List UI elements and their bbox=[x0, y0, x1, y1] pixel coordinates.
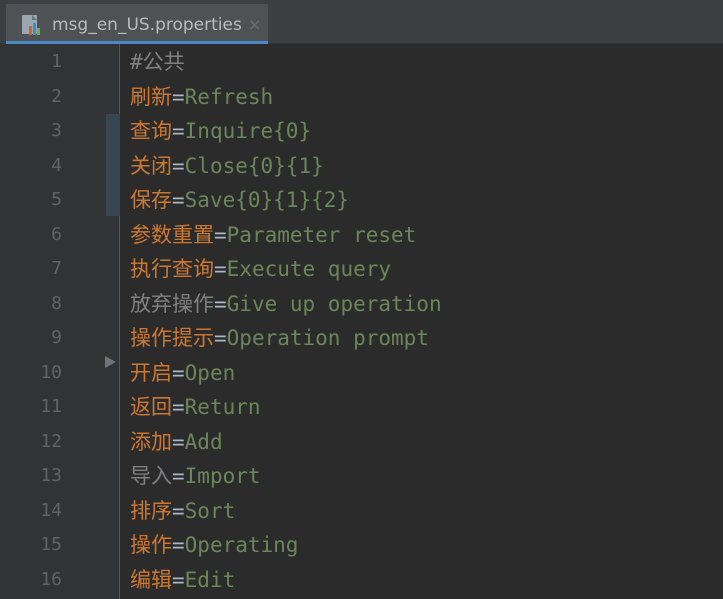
line-number: 3 bbox=[51, 120, 62, 141]
equals-sign: = bbox=[172, 154, 185, 178]
property-key: 查询 bbox=[130, 119, 172, 143]
property-key: 刷新 bbox=[130, 85, 172, 109]
property-key: 编辑 bbox=[130, 568, 172, 592]
code-line[interactable]: 查询=Inquire{0} bbox=[130, 114, 311, 148]
property-key: 保存 bbox=[130, 188, 172, 212]
properties-file-icon bbox=[22, 15, 40, 35]
property-key: 放弃操作 bbox=[130, 292, 214, 316]
editor-tab-bar: msg_en_US.properties × bbox=[0, 0, 723, 44]
property-value: Sort bbox=[184, 499, 236, 523]
equals-sign: = bbox=[172, 533, 185, 557]
code-line[interactable]: 执行查询=Execute query bbox=[130, 252, 391, 286]
code-line[interactable]: 添加=Add bbox=[130, 425, 223, 459]
property-key: 关闭 bbox=[130, 154, 172, 178]
line-number: 12 bbox=[40, 431, 62, 452]
code-line[interactable]: 刷新=Refresh bbox=[130, 80, 273, 114]
property-key: 操作 bbox=[130, 533, 172, 557]
property-key: 开启 bbox=[130, 361, 172, 385]
code-line[interactable]: 操作提示=Operation prompt bbox=[130, 321, 429, 355]
equals-sign: = bbox=[172, 499, 185, 523]
equals-sign: = bbox=[172, 568, 185, 592]
line-number: 15 bbox=[40, 534, 62, 555]
line-number: 5 bbox=[51, 189, 62, 210]
property-key: 导入 bbox=[130, 464, 172, 488]
equals-sign: = bbox=[172, 361, 185, 385]
code-line[interactable]: 保存=Save{0}{1}{2} bbox=[130, 183, 349, 217]
property-key: 添加 bbox=[130, 430, 172, 454]
property-value: Import bbox=[184, 464, 261, 488]
property-value: Add bbox=[184, 430, 223, 454]
property-value: Close{0}{1} bbox=[184, 154, 324, 178]
code-line[interactable]: 编辑=Edit bbox=[130, 563, 235, 597]
property-key: 执行查询 bbox=[130, 257, 214, 281]
line-number: 1 bbox=[51, 51, 62, 72]
vcs-change-marker[interactable] bbox=[106, 114, 120, 216]
property-value: Operation prompt bbox=[226, 326, 429, 350]
file-tab[interactable]: msg_en_US.properties × bbox=[6, 4, 268, 44]
property-key: 返回 bbox=[130, 395, 172, 419]
code-line[interactable]: 返回=Return bbox=[130, 390, 261, 424]
property-value: Parameter reset bbox=[226, 223, 417, 247]
line-number: 16 bbox=[40, 569, 62, 590]
property-value: Open bbox=[184, 361, 236, 385]
code-line[interactable]: #公共 bbox=[130, 45, 185, 79]
property-key: 参数重置 bbox=[130, 223, 214, 247]
equals-sign: = bbox=[172, 430, 185, 454]
equals-sign: = bbox=[214, 326, 227, 350]
property-value: Save{0}{1}{2} bbox=[184, 188, 350, 212]
line-number: 13 bbox=[40, 465, 62, 486]
line-number: 2 bbox=[51, 86, 62, 107]
property-value: Inquire{0} bbox=[184, 119, 312, 143]
property-value: Operating bbox=[184, 533, 299, 557]
line-number: 7 bbox=[51, 258, 62, 279]
code-line[interactable]: 参数重置=Parameter reset bbox=[130, 218, 416, 252]
equals-sign: = bbox=[172, 188, 185, 212]
equals-sign: = bbox=[172, 119, 185, 143]
property-value: Execute query bbox=[226, 257, 392, 281]
code-line[interactable]: 操作=Operating bbox=[130, 528, 298, 562]
property-value: Refresh bbox=[184, 85, 274, 109]
line-number: 6 bbox=[51, 224, 62, 245]
equals-sign: = bbox=[214, 292, 227, 316]
code-line[interactable]: 放弃操作=Give up operation bbox=[130, 287, 442, 321]
equals-sign: = bbox=[214, 257, 227, 281]
code-line[interactable]: 关闭=Close{0}{1} bbox=[130, 149, 324, 183]
file-tab-label: msg_en_US.properties bbox=[52, 15, 242, 35]
equals-sign: = bbox=[172, 395, 185, 419]
equals-sign: = bbox=[214, 223, 227, 247]
code-line[interactable]: 开启=Open bbox=[130, 356, 235, 390]
equals-sign: = bbox=[172, 464, 185, 488]
line-number: 4 bbox=[51, 155, 62, 176]
line-number: 10 bbox=[40, 362, 62, 383]
line-number: 9 bbox=[51, 327, 62, 348]
line-number: 8 bbox=[51, 293, 62, 314]
fold-arrow-icon[interactable] bbox=[105, 356, 116, 368]
line-number: 14 bbox=[40, 500, 62, 521]
code-line[interactable]: 排序=Sort bbox=[130, 494, 235, 528]
code-line[interactable]: 导入=Import bbox=[130, 459, 261, 493]
equals-sign: = bbox=[172, 85, 185, 109]
property-value: Edit bbox=[184, 568, 236, 592]
property-key: 排序 bbox=[130, 499, 172, 523]
comment-text: #公共 bbox=[130, 50, 185, 74]
property-key: 操作提示 bbox=[130, 326, 214, 350]
line-number: 11 bbox=[40, 396, 62, 417]
close-tab-icon[interactable]: × bbox=[248, 15, 261, 35]
property-value: Give up operation bbox=[226, 292, 442, 316]
property-value: Return bbox=[184, 395, 261, 419]
